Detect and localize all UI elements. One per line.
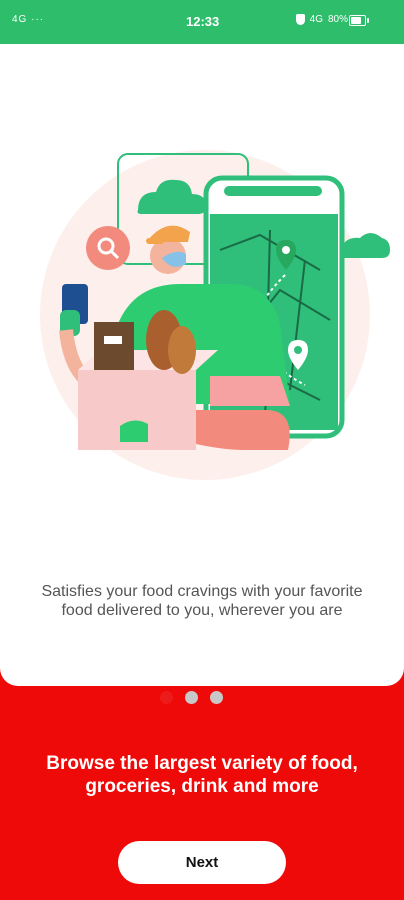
status-time: 12:33 (186, 14, 220, 29)
network-type: 4G (309, 14, 323, 25)
shield-icon (295, 14, 305, 25)
onboarding-card: Satisfies your food cravings with your f… (0, 44, 404, 704)
onboarding-headline: Browse the largest variety of food, groc… (46, 753, 358, 797)
page-dot-1[interactable] (160, 691, 173, 704)
battery-icon (349, 15, 369, 26)
page-dot-3[interactable] (210, 691, 223, 704)
page-dot-2[interactable] (185, 691, 198, 704)
status-right-group: 4G 80% (295, 14, 348, 25)
pagination-dots (160, 691, 223, 704)
status-bar: 4G ··· 12:33 4G 80% (0, 0, 404, 44)
next-button[interactable]: Next (118, 841, 286, 884)
battery-percentage: 80% (327, 14, 348, 25)
signal-indicators: 4G ··· (12, 14, 45, 25)
onboarding-description: Satisfies your food cravings with your f… (41, 583, 363, 619)
delivery-illustration (40, 150, 390, 480)
